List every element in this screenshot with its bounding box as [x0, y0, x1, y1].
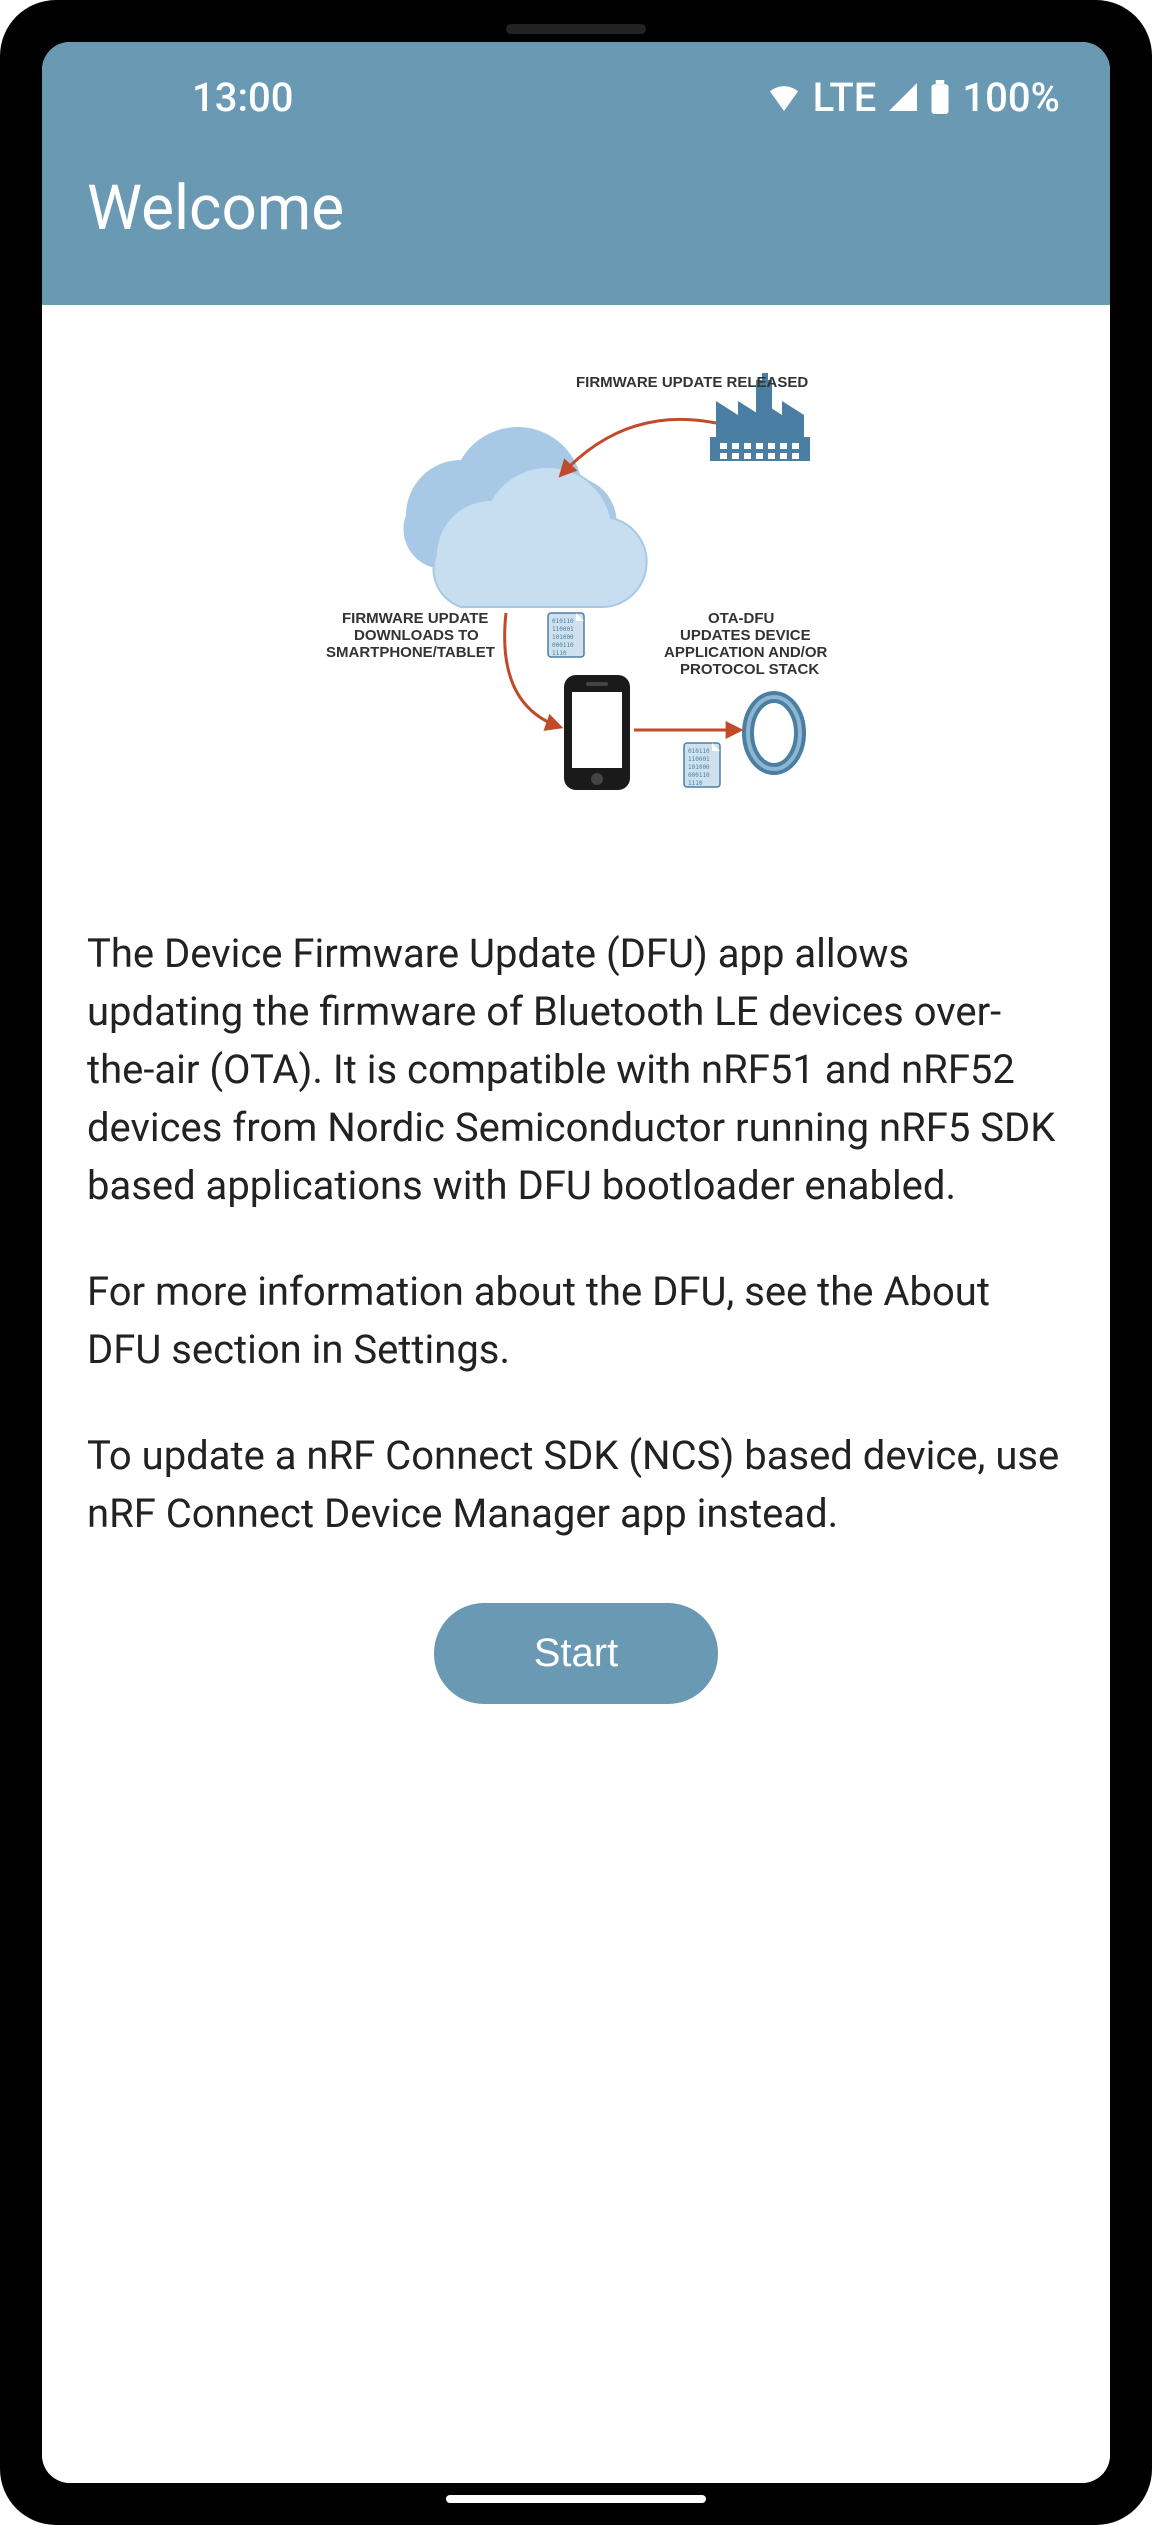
- wearable-icon: [748, 697, 800, 769]
- cloud-icon: [403, 427, 646, 607]
- label-download: FIRMWARE UPDATE DOWNLOADS TO SMARTPHONE/…: [326, 610, 495, 661]
- title-bar: Welcome: [42, 152, 1110, 305]
- status-time: 13:00: [192, 74, 293, 121]
- svg-text:1110: 1110: [688, 780, 703, 787]
- svg-text:000110: 000110: [688, 772, 710, 779]
- battery-icon: [930, 80, 950, 114]
- cellular-icon: [888, 83, 918, 111]
- svg-text:110001: 110001: [552, 626, 574, 633]
- status-network: LTE: [813, 74, 877, 121]
- arrow-released: [561, 419, 716, 475]
- status-right: LTE 100%: [767, 74, 1060, 121]
- status-battery: 100%: [962, 74, 1060, 121]
- svg-text:010110: 010110: [552, 618, 574, 625]
- start-button[interactable]: Start: [434, 1603, 718, 1704]
- page-title: Welcome: [87, 172, 1065, 245]
- description: The Device Firmware Update (DFU) app all…: [87, 925, 1065, 1543]
- label-ota: OTA-DFU UPDATES DEVICE APPLICATION AND/O…: [664, 610, 832, 678]
- dfu-illustration: 010110 110001 101000 000110 1110 010110 …: [87, 365, 1065, 805]
- description-p3: To update a nRF Connect SDK (NCS) based …: [87, 1427, 1065, 1543]
- file-icon-1: 010110 110001 101000 000110 1110: [548, 613, 584, 657]
- screen: 13:00 LTE: [42, 42, 1110, 2483]
- description-p1: The Device Firmware Update (DFU) app all…: [87, 925, 1065, 1215]
- description-p2: For more information about the DFU, see …: [87, 1263, 1065, 1379]
- file-icon-2: 010110 110001 101000 000110 1110: [684, 743, 720, 787]
- label-released: FIRMWARE UPDATE RELEASED: [576, 374, 808, 391]
- gesture-bar[interactable]: [446, 2495, 706, 2503]
- app-header: 13:00 LTE: [42, 42, 1110, 305]
- wifi-icon: [767, 83, 801, 111]
- svg-text:000110: 000110: [552, 642, 574, 649]
- device-frame: 13:00 LTE: [0, 0, 1152, 2525]
- smartphone-icon: [564, 675, 630, 790]
- svg-text:010110: 010110: [688, 748, 710, 755]
- svg-text:101000: 101000: [552, 634, 574, 641]
- svg-text:110001: 110001: [688, 756, 710, 763]
- cta-container: Start: [87, 1603, 1065, 1704]
- earpiece: [506, 24, 646, 34]
- svg-text:1110: 1110: [552, 650, 567, 657]
- svg-text:101000: 101000: [688, 764, 710, 771]
- status-bar: 13:00 LTE: [42, 42, 1110, 152]
- content: 010110 110001 101000 000110 1110 010110 …: [42, 305, 1110, 2483]
